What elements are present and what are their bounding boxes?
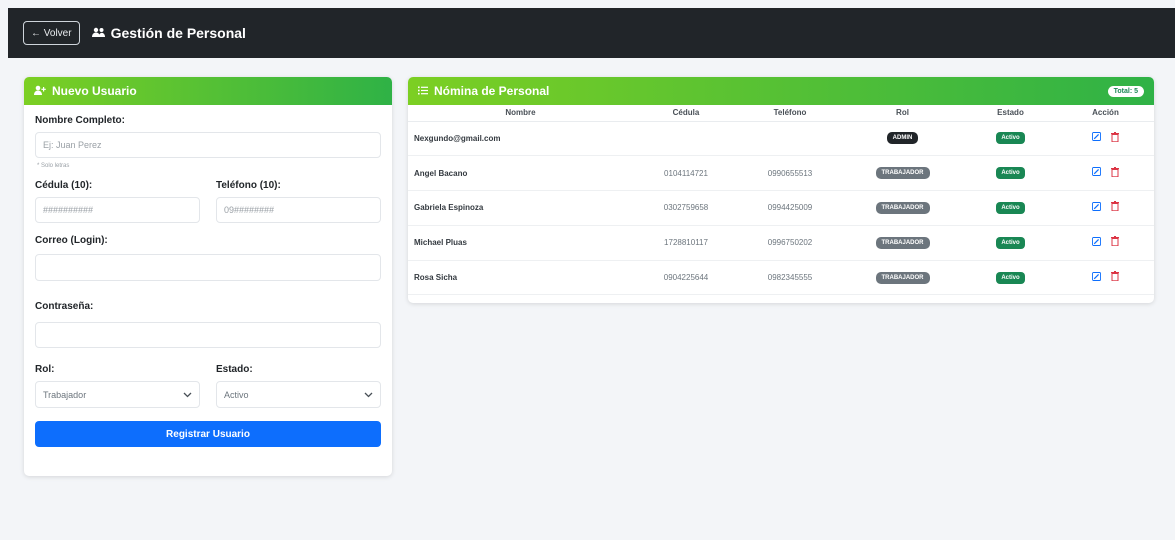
rol-select[interactable]: Trabajador bbox=[35, 381, 200, 408]
status-badge: Activo bbox=[996, 132, 1025, 145]
cedula-input[interactable]: ########## bbox=[35, 197, 200, 223]
cell-nombre: Michael Pluas bbox=[408, 225, 633, 261]
column-header-telefono: Teléfono bbox=[739, 105, 841, 122]
delete-icon[interactable] bbox=[1111, 201, 1119, 214]
column-header-rol: Rol bbox=[841, 105, 964, 122]
top-navbar: ← Volver Gestión de Personal bbox=[8, 8, 1175, 58]
cell-telefono: 0990655513 bbox=[739, 155, 841, 192]
cedula-placeholder: ########## bbox=[43, 205, 94, 215]
nombre-placeholder: Ej: Juan Perez bbox=[43, 140, 102, 150]
users-icon bbox=[91, 25, 105, 41]
delete-icon[interactable] bbox=[1111, 271, 1119, 284]
table-row: Nexgundo@gmail.com ADMIN Activo bbox=[408, 121, 1154, 157]
status-badge: Activo bbox=[996, 167, 1025, 180]
column-header-nombre: Nombre bbox=[408, 105, 633, 122]
edit-icon[interactable] bbox=[1092, 132, 1101, 144]
status-badge: Activo bbox=[996, 236, 1025, 249]
cell-telefono bbox=[739, 121, 841, 157]
telefono-label: Teléfono (10): bbox=[216, 180, 281, 191]
back-button-label: ← Volver bbox=[31, 27, 72, 39]
edit-icon[interactable] bbox=[1092, 271, 1101, 284]
role-badge: ADMIN bbox=[886, 132, 919, 145]
status-badge: Activo bbox=[996, 271, 1025, 284]
correo-input[interactable] bbox=[35, 254, 381, 281]
user-plus-icon bbox=[34, 84, 46, 98]
register-user-button[interactable]: Registrar Usuario bbox=[35, 421, 381, 447]
role-badge: TRABAJADOR bbox=[875, 271, 930, 284]
cell-nombre: Nexgundo@gmail.com bbox=[408, 121, 633, 157]
cell-nombre: Rosa Sicha bbox=[408, 260, 633, 296]
table-row: Michael Pluas 1728810117 0996750202 TRAB… bbox=[408, 225, 1154, 261]
form-card-header: Nuevo Usuario bbox=[24, 77, 392, 105]
edit-icon[interactable] bbox=[1092, 236, 1101, 249]
delete-icon[interactable] bbox=[1111, 236, 1119, 249]
column-header-cedula: Cédula bbox=[633, 105, 739, 122]
form-card-title: Nuevo Usuario bbox=[52, 84, 137, 98]
chevron-down-icon bbox=[364, 390, 373, 400]
staff-table: Nombre Cédula Teléfono Rol Estado Acción… bbox=[408, 105, 1154, 296]
telefono-placeholder: 09######## bbox=[224, 205, 275, 215]
cell-nombre: Angel Bacano bbox=[408, 155, 633, 192]
cell-cedula: 1728810117 bbox=[633, 225, 739, 261]
column-header-estado: Estado bbox=[964, 105, 1057, 122]
estado-label: Estado: bbox=[216, 364, 253, 375]
nombre-label: Nombre Completo: bbox=[35, 115, 125, 126]
cell-cedula: 0104114721 bbox=[633, 155, 739, 192]
cell-cedula: 0904225644 bbox=[633, 260, 739, 296]
cell-cedula: 0302759658 bbox=[633, 190, 739, 226]
cell-telefono: 0996750202 bbox=[739, 225, 841, 261]
role-badge: TRABAJADOR bbox=[875, 236, 930, 249]
estado-select-value: Activo bbox=[224, 389, 249, 400]
contrasena-label: Contraseña: bbox=[35, 301, 94, 312]
cell-telefono: 0994425009 bbox=[739, 190, 841, 226]
status-badge: Activo bbox=[996, 201, 1025, 214]
correo-label: Correo (Login): bbox=[35, 235, 108, 246]
cedula-label: Cédula (10): bbox=[35, 180, 93, 191]
table-row: Angel Bacano 0104114721 0990655513 TRABA… bbox=[408, 155, 1154, 192]
list-card-header: Nómina de Personal Total: 5 bbox=[408, 77, 1154, 105]
total-badge: Total: 5 bbox=[1107, 85, 1144, 97]
nombre-hint: * Solo letras bbox=[37, 163, 70, 169]
rol-select-value: Trabajador bbox=[43, 389, 87, 400]
cell-nombre: Gabriela Espinoza bbox=[408, 190, 633, 226]
staff-list-card: Nómina de Personal Total: 5 Nombre Cédul… bbox=[408, 77, 1154, 303]
cell-cedula bbox=[633, 121, 739, 157]
chevron-down-icon bbox=[183, 390, 192, 400]
role-badge: TRABAJADOR bbox=[875, 201, 930, 214]
table-row: Gabriela Espinoza 0302759658 0994425009 … bbox=[408, 190, 1154, 226]
estado-select[interactable]: Activo bbox=[216, 381, 381, 408]
delete-icon[interactable] bbox=[1111, 131, 1119, 145]
page-title: Gestión de Personal bbox=[91, 25, 246, 41]
list-card-title: Nómina de Personal bbox=[434, 84, 550, 98]
edit-icon[interactable] bbox=[1092, 167, 1101, 179]
rol-label: Rol: bbox=[35, 364, 55, 375]
delete-icon[interactable] bbox=[1111, 166, 1119, 180]
page-title-text: Gestión de Personal bbox=[110, 25, 246, 41]
back-button[interactable]: ← Volver bbox=[23, 21, 80, 45]
edit-icon[interactable] bbox=[1092, 202, 1101, 214]
new-user-form-card: Nuevo Usuario Nombre Completo: Ej: Juan … bbox=[24, 77, 392, 476]
cell-telefono: 0982345555 bbox=[739, 260, 841, 296]
list-icon bbox=[418, 84, 428, 98]
nombre-input[interactable]: Ej: Juan Perez bbox=[35, 132, 381, 158]
column-header-accion: Acción bbox=[1057, 105, 1154, 122]
telefono-input[interactable]: 09######## bbox=[216, 197, 381, 223]
register-user-label: Registrar Usuario bbox=[166, 428, 250, 440]
contrasena-input[interactable] bbox=[35, 322, 381, 348]
role-badge: TRABAJADOR bbox=[875, 167, 930, 180]
table-row: Rosa Sicha 0904225644 0982345555 TRABAJA… bbox=[408, 260, 1154, 296]
